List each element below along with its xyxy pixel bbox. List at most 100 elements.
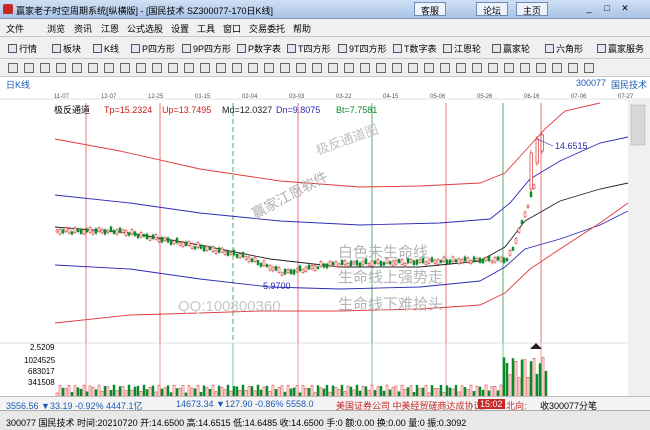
candle-body — [160, 236, 164, 243]
vol-tick-3: 341508 — [28, 378, 55, 387]
angle-icon[interactable] — [312, 63, 322, 73]
tool-9p-square[interactable]: 9P四方形 — [182, 42, 231, 55]
erase-icon[interactable] — [424, 63, 434, 73]
layout-icon[interactable] — [472, 63, 482, 73]
stats-icon[interactable] — [72, 63, 82, 73]
menu-gann[interactable]: 江恩 — [101, 22, 119, 35]
spiral-icon[interactable] — [280, 63, 290, 73]
candle-body — [331, 261, 335, 266]
arrow-icon[interactable] — [200, 63, 210, 73]
candle-body — [370, 260, 374, 267]
color-icon[interactable] — [456, 63, 466, 73]
lock-icon[interactable] — [408, 63, 418, 73]
candle-body — [181, 241, 185, 248]
help-icon[interactable] — [584, 63, 594, 73]
drawing-toolbar — [0, 59, 650, 77]
candle-body — [487, 255, 491, 262]
menu-tools[interactable]: 工具 — [197, 22, 215, 35]
settings-icon[interactable] — [568, 63, 578, 73]
9t-square-icon — [338, 44, 347, 53]
candle-body — [262, 260, 266, 267]
candle-body — [244, 256, 248, 260]
tool-t-table[interactable]: T数字表 — [393, 42, 437, 55]
fib-icon[interactable] — [136, 63, 146, 73]
candle-body — [100, 228, 104, 234]
homepage-button[interactable]: 主页 — [516, 2, 549, 16]
menu-formula[interactable]: 公式选股 — [127, 22, 163, 35]
ray-icon[interactable] — [104, 63, 114, 73]
tool-service[interactable]: 赢家服务 — [597, 42, 644, 55]
tool-hexagon[interactable]: 六角形 — [545, 42, 583, 55]
tool-winner-wheel[interactable]: 赢家轮 — [492, 42, 530, 55]
menu-help[interactable]: 帮助 — [293, 22, 311, 35]
candle-body — [223, 250, 227, 255]
grid-icon[interactable] — [296, 63, 306, 73]
candle-body — [79, 229, 83, 235]
candle-body — [484, 257, 488, 262]
candle-body — [508, 250, 512, 256]
menu-trade[interactable]: 交易委托 — [249, 22, 285, 35]
candle-body — [115, 229, 119, 235]
candle-body — [238, 253, 242, 259]
candle-body — [439, 259, 443, 263]
print-icon[interactable] — [488, 63, 498, 73]
candle-body — [540, 134, 544, 152]
draw-line-icon[interactable] — [88, 63, 98, 73]
tool-9t-square-label: 9T四方形 — [349, 44, 387, 54]
prev-icon[interactable] — [536, 63, 546, 73]
tool-gann-wheel[interactable]: 江恩轮 — [443, 42, 481, 55]
menu-window[interactable]: 窗口 — [223, 22, 241, 35]
gann-fan-icon[interactable] — [152, 63, 162, 73]
period-icon[interactable] — [40, 63, 50, 73]
tab-daily-kline[interactable]: 日K线 — [6, 78, 30, 91]
diamond-icon[interactable] — [232, 63, 242, 73]
save-icon[interactable] — [504, 63, 514, 73]
wave-icon[interactable] — [376, 63, 386, 73]
low-label: 5.9700 — [263, 281, 291, 291]
kline-chart[interactable]: 11-07 12-07 12-25 01-15 02-04 03-03 03-22 04-15… — [0, 91, 650, 412]
tool-9t-square[interactable]: 9T四方形 — [338, 42, 387, 55]
minimize-icon[interactable]: _ — [582, 3, 596, 15]
menu-news[interactable]: 资讯 — [74, 22, 92, 35]
candle-body — [271, 266, 275, 272]
forum-button[interactable]: 论坛 — [476, 2, 509, 16]
cursor-icon[interactable] — [8, 63, 18, 73]
sectors-icon — [52, 44, 61, 53]
candle-body — [121, 229, 125, 234]
pitchfork-icon[interactable] — [360, 63, 370, 73]
tool-kline[interactable]: K线 — [93, 42, 119, 55]
vol-tick-2: 683017 — [28, 367, 55, 376]
close-icon[interactable]: ✕ — [618, 3, 632, 15]
tool-t-square[interactable]: T四方形 — [287, 42, 331, 55]
copy-icon[interactable] — [440, 63, 450, 73]
menu-browse[interactable]: 浏览 — [47, 22, 65, 35]
zoom-icon[interactable] — [24, 63, 34, 73]
candle-body — [67, 228, 71, 234]
circle-icon[interactable] — [184, 63, 194, 73]
quote-detail: 300077 国民技术 时间:20210720 开:14.6500 高:14.6… — [6, 418, 467, 428]
support-button[interactable]: 客服 — [414, 2, 447, 16]
candle-body — [280, 272, 284, 276]
triangle-icon[interactable] — [248, 63, 258, 73]
vertical-scrollbar[interactable] — [630, 104, 646, 146]
time-zone-icon[interactable] — [328, 63, 338, 73]
magnet-icon[interactable] — [392, 63, 402, 73]
maximize-icon[interactable]: □ — [600, 3, 614, 15]
cycle-icon[interactable] — [264, 63, 274, 73]
t-square-icon — [287, 44, 296, 53]
square-icon[interactable] — [344, 63, 354, 73]
channel-icon[interactable] — [120, 63, 130, 73]
indicator-name: 极反通道 — [54, 104, 90, 115]
tool-sectors[interactable]: 板块 — [52, 42, 81, 55]
menu-settings[interactable]: 设置 — [171, 22, 189, 35]
rect-icon[interactable] — [168, 63, 178, 73]
indicator-icon[interactable] — [56, 63, 66, 73]
tool-quotes[interactable]: 行情 — [8, 42, 37, 55]
text-icon[interactable] — [216, 63, 226, 73]
tool-p-square[interactable]: P四方形 — [131, 42, 175, 55]
next-icon[interactable] — [552, 63, 562, 73]
tool-p-table[interactable]: P数字表 — [237, 42, 281, 55]
tool-p-table-label: P数字表 — [248, 44, 282, 54]
refresh-icon[interactable] — [520, 63, 530, 73]
menu-file[interactable]: 文件 — [6, 22, 24, 35]
